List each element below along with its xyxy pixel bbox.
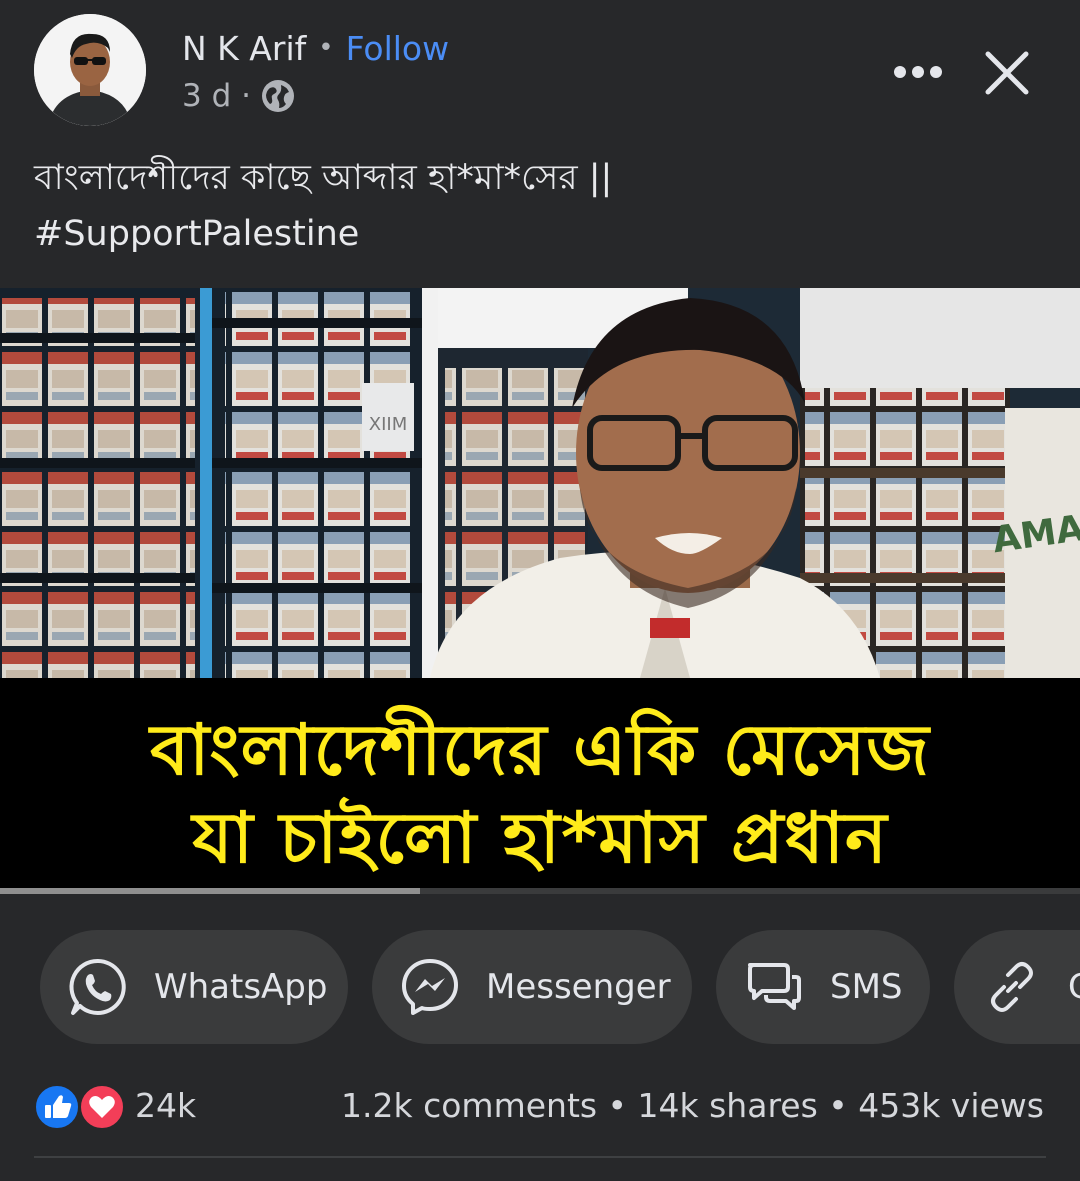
reactions[interactable] bbox=[34, 1084, 126, 1130]
globe-icon bbox=[261, 80, 294, 112]
share-copy-link-button[interactable]: C bbox=[954, 930, 1080, 1044]
author-avatar[interactable] bbox=[34, 14, 146, 126]
sms-icon bbox=[748, 963, 801, 1010]
author-name[interactable]: N K Arif bbox=[182, 29, 306, 68]
close-icon bbox=[985, 51, 1029, 95]
video-player[interactable]: XIIM AMA বাংলাদেশীদের একি মেসেজ যা চাইলো… bbox=[0, 288, 1080, 894]
engagement-summary[interactable]: 1.2k comments • 14k shares • 453k views bbox=[341, 1086, 1044, 1125]
share-label: WhatsApp bbox=[154, 967, 328, 1007]
post-header: N K Arif • Follow 3 d · bbox=[0, 0, 1080, 140]
love-reaction-icon bbox=[79, 1084, 125, 1130]
share-label: C bbox=[1068, 967, 1080, 1007]
reaction-count[interactable]: 24k bbox=[135, 1086, 196, 1125]
share-messenger-button[interactable]: Messenger bbox=[372, 930, 692, 1044]
shelf-label: XIIM bbox=[369, 414, 407, 435]
messenger-icon bbox=[402, 959, 458, 1015]
whatsapp-icon bbox=[69, 958, 126, 1015]
post-stats: 24k 1.2k comments • 14k shares • 453k vi… bbox=[0, 1080, 1080, 1132]
post-time[interactable]: 3 d · bbox=[182, 78, 251, 114]
separator-dot: • bbox=[318, 33, 334, 63]
link-icon bbox=[991, 962, 1033, 1012]
share-label: SMS bbox=[830, 967, 903, 1007]
follow-button[interactable]: Follow bbox=[346, 29, 450, 68]
share-whatsapp-button[interactable]: WhatsApp bbox=[40, 930, 348, 1044]
more-options-button[interactable] bbox=[888, 52, 948, 92]
more-dots-icon bbox=[894, 66, 942, 78]
share-sms-button[interactable]: SMS bbox=[716, 930, 930, 1044]
divider bbox=[34, 1156, 1046, 1158]
post-caption: বাংলাদেশীদের কাছে আব্দার হা*মা*সের || #S… bbox=[34, 150, 1044, 262]
share-label: Messenger bbox=[486, 967, 671, 1007]
caption-hashtag[interactable]: #SupportPalestine bbox=[34, 206, 1044, 262]
like-reaction-icon bbox=[34, 1084, 80, 1130]
caption-text: বাংলাদেশীদের কাছে আব্দার হা*মা*সের || bbox=[34, 158, 613, 198]
banner-line: যা চাইলো হা*মাস প্রধান bbox=[192, 797, 888, 879]
post-meta: 3 d · bbox=[182, 76, 295, 116]
share-options: WhatsApp Messenger SMS C bbox=[0, 930, 1080, 1046]
author-row: N K Arif • Follow bbox=[182, 26, 449, 70]
close-button[interactable] bbox=[978, 44, 1036, 102]
